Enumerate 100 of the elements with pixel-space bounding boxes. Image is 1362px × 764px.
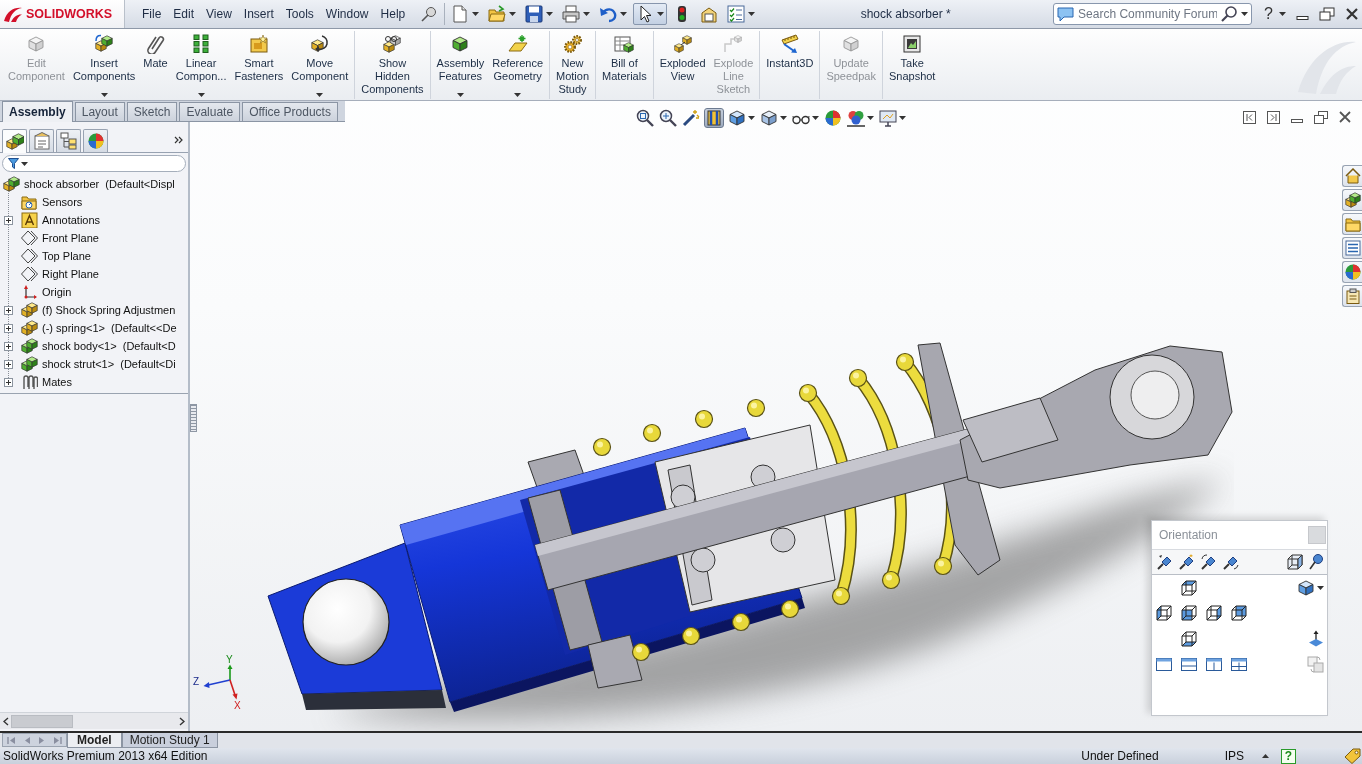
command-button[interactable]: Reference Geometry	[489, 31, 547, 99]
task-pane-tab[interactable]	[1342, 237, 1362, 259]
task-pane-tab[interactable]	[1342, 189, 1362, 211]
tree-item[interactable]: Origin	[21, 283, 74, 301]
toolbar-button[interactable]	[846, 108, 875, 128]
command-button[interactable]: New Motion Study	[553, 31, 593, 99]
viewport-layout-icon[interactable]	[1231, 657, 1247, 671]
tree-item[interactable]: Mates	[21, 373, 74, 391]
menu-item[interactable]: Help	[374, 4, 412, 24]
tree-item[interactable]: (f) Shock Spring Adjustmen	[21, 301, 178, 319]
pin-icon[interactable]	[1157, 554, 1173, 570]
help-button[interactable]: ?	[1262, 5, 1275, 23]
pushpin-icon[interactable]	[1309, 554, 1323, 570]
toolbar-button[interactable]	[878, 108, 907, 128]
command-button[interactable]: Show Hidden Components	[358, 31, 427, 99]
panel-tab[interactable]	[56, 129, 81, 152]
viewport-layout-icon[interactable]	[1206, 657, 1222, 671]
expand-icon[interactable]	[4, 377, 13, 387]
cube-icon[interactable]	[1206, 605, 1222, 622]
toolbar-button[interactable]	[658, 108, 678, 128]
chevron-right-icon[interactable]	[179, 716, 185, 726]
toolbar-button[interactable]	[759, 108, 788, 128]
arrow-plane-icon[interactable]	[1308, 630, 1324, 648]
scrollbar[interactable]	[0, 712, 188, 729]
expand-icon[interactable]	[4, 323, 13, 333]
toolbar-button[interactable]	[635, 108, 655, 128]
menu-item[interactable]: File	[136, 4, 168, 24]
caret-up-icon[interactable]	[1262, 754, 1269, 758]
command-button[interactable]: Mate	[140, 31, 171, 99]
menu-item[interactable]: Window	[319, 4, 375, 24]
chevrons-icon[interactable]	[174, 136, 183, 144]
pin-icon[interactable]	[1179, 554, 1195, 570]
chevron-left-icon[interactable]	[3, 716, 9, 726]
cube-icon[interactable]	[1181, 579, 1197, 596]
units-label[interactable]: IPS	[1224, 749, 1244, 763]
command-button[interactable]: Smart Fasteners	[231, 31, 287, 99]
command-button[interactable]: Bill of Materials	[599, 31, 650, 99]
expand-icon[interactable]	[4, 341, 13, 351]
help-button[interactable]: ?	[1281, 748, 1296, 764]
pushpin-icon[interactable]	[421, 6, 438, 22]
pane-right-icon[interactable]	[1267, 110, 1280, 124]
task-pane-tab[interactable]	[1342, 261, 1362, 283]
tab[interactable]: Sketch	[126, 102, 178, 121]
menu-item[interactable]: View	[200, 4, 238, 24]
pane-left-icon[interactable]	[1243, 110, 1256, 124]
cube-icon[interactable]	[1298, 579, 1314, 596]
tree-item[interactable]: Right Plane	[21, 265, 101, 283]
menu-item[interactable]: Insert	[237, 4, 280, 24]
tab[interactable]: Motion Study 1	[121, 733, 218, 748]
task-pane-tab[interactable]	[1342, 165, 1362, 187]
panel-tab[interactable]	[83, 129, 108, 152]
cube-icon[interactable]	[1287, 554, 1303, 570]
tab[interactable]: Evaluate	[179, 102, 241, 121]
command-button[interactable]: Move Component	[288, 31, 352, 99]
cube-icon[interactable]	[1181, 630, 1197, 647]
command-button[interactable]: Exploded View	[656, 31, 709, 99]
panel-tab[interactable]	[29, 129, 54, 152]
toolbar-button[interactable]	[681, 108, 701, 128]
tab[interactable]: Layout	[74, 102, 125, 121]
cube-icon[interactable]	[1231, 605, 1247, 622]
restore-icon[interactable]	[1314, 110, 1328, 124]
viewport-layout-icon[interactable]	[1181, 657, 1197, 671]
close-icon[interactable]	[1339, 111, 1351, 123]
tree-item[interactable]: shock absorber (Default<Displ	[3, 175, 177, 193]
cube-icon[interactable]	[1156, 605, 1172, 622]
menu-item[interactable]: Edit	[167, 4, 201, 24]
tree-item[interactable]: shock strut<1> (Default<Di	[21, 355, 178, 373]
pin-icon[interactable]	[1201, 554, 1217, 570]
command-button[interactable]: Assembly Features	[433, 31, 488, 99]
search-field[interactable]: Search Community Forum	[1053, 3, 1253, 25]
task-pane-tab[interactable]	[1342, 285, 1362, 307]
menu-item[interactable]: Tools	[279, 4, 320, 24]
tree-item[interactable]: Top Plane	[21, 247, 93, 265]
command-button[interactable]: Take Snapshot	[885, 31, 939, 99]
expand-icon[interactable]	[4, 305, 13, 315]
splitter-handle[interactable]	[190, 404, 197, 432]
command-button[interactable]: Insert Components	[69, 31, 139, 99]
restore-icon[interactable]	[1319, 7, 1335, 21]
expand-icon[interactable]	[4, 359, 13, 369]
command-button[interactable]: Linear Compon...	[172, 31, 230, 99]
close-icon[interactable]	[1345, 7, 1359, 21]
cube-icon[interactable]	[1181, 605, 1197, 622]
filter-field[interactable]	[2, 155, 186, 172]
viewport-layout-icon[interactable]	[1156, 657, 1172, 671]
tree-item[interactable]: shock body<1> (Default<D	[21, 337, 178, 355]
pin-icon[interactable]	[1223, 554, 1239, 570]
tab[interactable]: Assembly	[2, 101, 73, 122]
expand-icon[interactable]	[4, 215, 13, 225]
tab[interactable]: Model	[67, 733, 122, 748]
tab[interactable]: Office Products	[242, 102, 338, 121]
tree-item[interactable]: Sensors	[21, 193, 85, 211]
tree-item[interactable]: (-) spring<1> (Default<<De	[21, 319, 179, 337]
task-pane-tab[interactable]	[1342, 213, 1362, 235]
scrollbar-thumb[interactable]	[11, 714, 73, 728]
tree-item[interactable]: Front Plane	[21, 229, 101, 247]
tree-item[interactable]: Annotations	[21, 211, 103, 229]
panel-tab[interactable]	[2, 129, 27, 153]
toolbar-button[interactable]	[727, 108, 756, 128]
toolbar-button[interactable]	[633, 3, 668, 25]
command-button[interactable]: Instant3D	[763, 31, 817, 99]
